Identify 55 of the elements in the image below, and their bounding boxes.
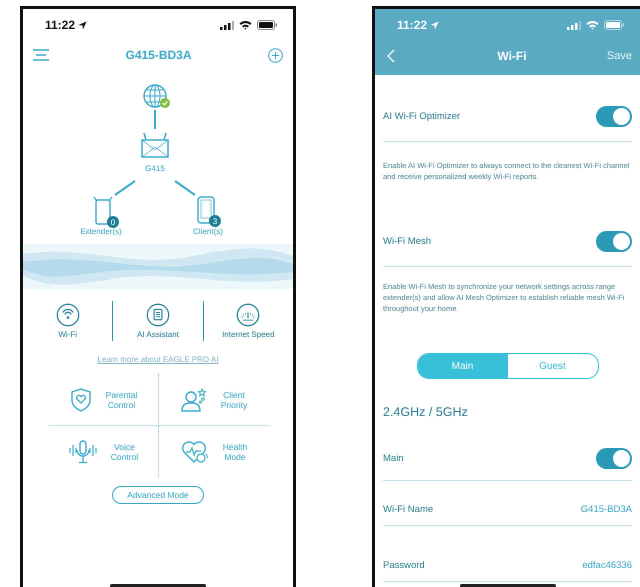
status-time: 11:22 [397,18,428,32]
wifi-icon [586,20,599,30]
heart-pulse-icon [180,440,209,464]
shield-heart-icon [70,388,92,412]
connector-line [114,180,136,196]
toggle-switch[interactable] [596,106,632,127]
battery-icon [604,20,624,30]
feature-tile[interactable]: Parental Control [49,374,159,426]
field-value[interactable]: edfac46336 [582,560,632,571]
user-stars-icon [180,388,207,412]
back-icon[interactable] [387,49,395,63]
wifi-icon [239,20,252,30]
wifi-icon [56,303,80,327]
connector-line [154,110,156,129]
document-icon [146,303,170,327]
toggle-switch[interactable] [596,231,632,252]
segment-tab[interactable]: Main [418,354,508,378]
feature-tile[interactable]: Client Priority [159,374,269,426]
extender-count: 0 [107,216,119,228]
speedometer-icon [236,303,260,327]
field-label: Password [383,560,425,571]
setting-label: Main [383,453,404,464]
router-label: G415 [145,164,165,173]
client-count: 3 [209,215,221,227]
phone-icon [197,196,215,224]
toggle-switch[interactable] [596,448,632,469]
feature-tile[interactable]: Voice Control [49,426,159,478]
feature-button[interactable]: AI Assistant [113,303,203,339]
microphone-icon [68,440,97,464]
router-icon [140,132,170,158]
signal-icon [220,20,234,30]
learn-more-link[interactable]: Learn more about EAGLE PRO AI [98,355,218,364]
feature-button[interactable]: Wi-Fi [23,303,112,339]
connector-line [174,180,196,196]
feature-button[interactable]: Internet Speed [204,303,293,339]
screen-title: Wi-Fi [497,49,527,63]
battery-icon [257,20,277,30]
location-arrow-icon [78,20,88,30]
client-label: Client(s) [193,227,223,236]
feature-tile[interactable]: Health Mode [159,426,269,478]
section-heading: 2.4GHz / 5GHz [383,405,469,419]
setting-label: AI Wi-Fi Optimizer [383,111,460,122]
extender-label: Extender(s) [80,227,122,236]
location-arrow-icon [430,20,440,30]
screen-title: G415-BD3A [125,48,192,62]
extender-icon [93,195,113,225]
setting-label: Wi-Fi Mesh [383,236,432,247]
add-icon[interactable] [268,48,283,62]
field-label: Wi-Fi Name [383,504,434,515]
advanced-mode-button[interactable]: Advanced Mode [112,486,204,504]
signal-icon [567,20,581,30]
field-value[interactable]: G415-BD3A [580,504,632,515]
menu-icon[interactable] [33,49,49,61]
check-badge-icon [160,98,170,108]
status-time: 11:22 [45,18,76,32]
